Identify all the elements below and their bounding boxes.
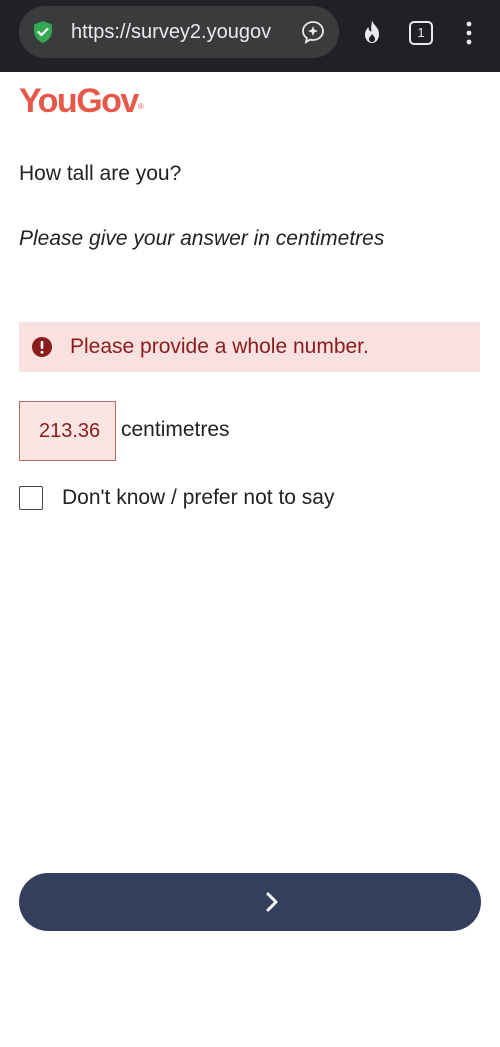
question-text: How tall are you? (19, 162, 182, 185)
dont-know-checkbox[interactable] (19, 486, 43, 510)
logo-text: YouGov (19, 82, 139, 120)
chevron-right-icon (262, 892, 282, 912)
url-text[interactable]: https://survey2.yougov (71, 20, 293, 44)
error-message: Please provide a whole number. (70, 335, 369, 358)
next-button[interactable] (19, 873, 481, 931)
dont-know-label[interactable]: Don't know / prefer not to say (62, 484, 334, 512)
unit-label: centimetres (121, 418, 230, 441)
browser-toolbar: https://survey2.yougov 1 (0, 0, 500, 72)
validation-error: Please provide a whole number. (19, 322, 480, 372)
survey-page: https://survey2.yougov 1 YouGov® How tal… (0, 0, 500, 1047)
yougov-logo: YouGov® (19, 80, 144, 122)
flame-icon[interactable] (360, 19, 384, 45)
ai-sparkle-icon[interactable] (301, 20, 325, 44)
tab-count: 1 (417, 25, 425, 40)
exclamation-circle-icon (31, 336, 53, 358)
tab-switcher-icon[interactable]: 1 (408, 20, 434, 46)
logo-trademark: ® (137, 102, 144, 111)
question-instruction: Please give your answer in centimetres (19, 227, 385, 250)
shield-check-icon[interactable] (31, 20, 55, 44)
vertical-dots-icon[interactable] (459, 19, 479, 47)
height-input[interactable] (19, 401, 116, 461)
address-bar[interactable]: https://survey2.yougov (19, 6, 339, 58)
